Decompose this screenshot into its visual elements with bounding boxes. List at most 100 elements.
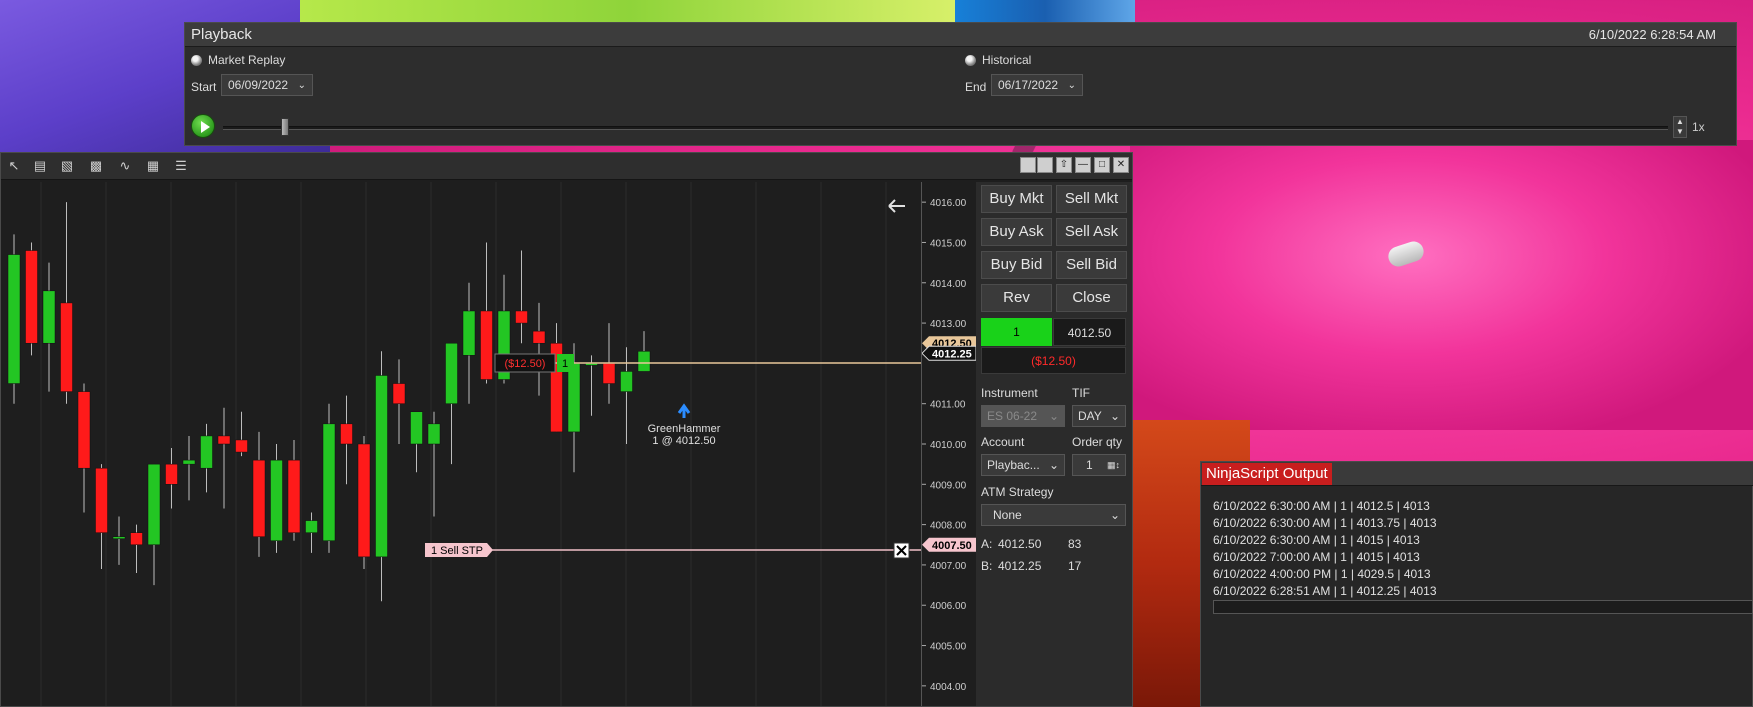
buy-bid-button[interactable]: Buy Bid (981, 251, 1052, 279)
speed-spinner[interactable]: ▲ ▼ (1673, 116, 1687, 138)
log-line: 6/10/2022 6:30:00 AM | 1 | 4013.75 | 401… (1213, 516, 1437, 530)
buy-ask-button[interactable]: Buy Ask (981, 218, 1052, 246)
price-axis[interactable]: 4016.00 4015.00 4014.00 4013.00 4012.50 4012.… (921, 182, 977, 706)
account-value: Playbac... (987, 458, 1040, 472)
order-qty-label: Order qty (1072, 435, 1123, 449)
calculator-icon[interactable]: ▦↕ (1107, 460, 1120, 471)
position-pnl: ($12.50) (505, 358, 546, 370)
candle-body (515, 310, 528, 324)
strategies-icon[interactable]: ▦ (145, 158, 161, 174)
tif-label: TIF (1072, 386, 1090, 400)
axis-tick-label: 4014.00 (930, 279, 967, 290)
account-select[interactable]: Playbac... ⌄ (981, 454, 1065, 476)
tile-right-icon[interactable] (1037, 157, 1053, 173)
chevron-down-icon: ⌄ (1048, 409, 1059, 423)
log-line: 6/10/2022 6:30:00 AM | 1 | 4015 | 4013 (1213, 533, 1420, 547)
candle-body (42, 290, 56, 344)
chart-style-icon[interactable]: ▧ (59, 158, 75, 174)
axis-tick-label: 4015.00 (930, 238, 967, 249)
atm-strategy-select[interactable]: None ⌄ (981, 504, 1126, 526)
maximize-icon[interactable]: □ (1094, 157, 1110, 173)
order-qty-stepper[interactable]: 1 ▦↕ (1072, 454, 1126, 476)
instrument-select[interactable]: ES 06-22 ⌄ (981, 405, 1065, 427)
tif-value: DAY (1078, 409, 1102, 423)
candle-body (25, 250, 38, 344)
candle-body (147, 463, 161, 546)
signal-fill: 1 @ 4012.50 (652, 435, 715, 447)
position-price-display: 4012.50 (1053, 318, 1126, 346)
candle-body (532, 330, 546, 344)
candle-body (77, 391, 91, 469)
chart-trader-panel: Buy Mkt Sell Mkt Buy Ask Sell Ask Buy Bi… (976, 182, 1132, 706)
playback-slider-track[interactable] (223, 126, 1668, 130)
signal-name: GreenHammer (648, 423, 721, 435)
start-date-picker[interactable]: 06/09/2022 ⌄ (221, 74, 313, 96)
ask-label: A: (981, 537, 993, 551)
candle-body (410, 411, 423, 445)
axis-tick-label: 4007.00 (930, 561, 967, 572)
pin-icon[interactable]: ⇧ (1056, 157, 1072, 173)
candle-body (112, 536, 126, 539)
candle-body (445, 342, 458, 404)
sell-stop-label: 1 Sell STP (431, 545, 483, 557)
ninjascript-input-field[interactable] (1213, 600, 1753, 614)
atm-strategy-value: None (993, 508, 1022, 522)
candle-body (200, 435, 213, 469)
chart-toolbar: ↖ ▤ ▧ ▩ ∿ ▦ ☰ ⇧ — □ ✕ (1, 153, 1132, 180)
reverse-button[interactable]: Rev (981, 284, 1052, 312)
playback-slider-thumb[interactable] (280, 118, 289, 136)
playback-titlebar[interactable]: Playback 6/10/2022 6:28:54 AM (185, 23, 1736, 47)
price-marker-label: 4007.50 (932, 540, 972, 552)
end-date-picker[interactable]: 06/17/2022 ⌄ (991, 74, 1083, 96)
minimize-icon[interactable]: — (1075, 157, 1091, 173)
candlestick-chart: ($12.50) 1 1 Sell STP GreenHammer 1 @ 40… (7, 182, 969, 706)
sell-bid-button[interactable]: Sell Bid (1056, 251, 1127, 279)
historical-radio[interactable]: Historical (965, 53, 1031, 67)
sell-ask-button[interactable]: Sell Ask (1056, 218, 1127, 246)
position-qty: 1 (562, 358, 568, 370)
radio-icon (191, 55, 202, 67)
instrument-value: ES 06-22 (987, 409, 1038, 423)
indicators-icon[interactable]: ▩ (88, 158, 104, 174)
close-icon[interactable]: ✕ (1113, 157, 1129, 173)
chart-window: ↖ ▤ ▧ ▩ ∿ ▦ ☰ ⇧ — □ ✕ ($12.50) 1 1 Sell … (0, 152, 1133, 707)
chevron-down-icon: ⌄ (1109, 409, 1120, 423)
wallpaper-green-umbrella (300, 0, 960, 24)
data-series-icon[interactable]: ▤ (32, 158, 48, 174)
market-replay-radio[interactable]: Market Replay (191, 53, 285, 67)
pointer-icon[interactable]: ↖ (6, 158, 22, 174)
axis-tick-label: 4010.00 (930, 440, 967, 451)
candle-body (567, 363, 581, 433)
back-arrow-icon[interactable] (888, 199, 905, 213)
log-line: 6/10/2022 7:00:00 AM | 1 | 4015 | 4013 (1213, 550, 1420, 564)
chevron-down-icon: ⌄ (1109, 508, 1120, 522)
log-line: 6/10/2022 4:00:00 PM | 1 | 4029.5 | 4013 (1213, 567, 1431, 581)
buy-market-button[interactable]: Buy Mkt (981, 185, 1052, 213)
candle-body (637, 351, 651, 372)
axis-tick-label: 4004.00 (930, 682, 967, 693)
candle-body (7, 254, 21, 384)
tile-left-icon[interactable] (1020, 157, 1036, 173)
play-button[interactable] (191, 114, 215, 138)
candle-body (95, 467, 108, 533)
candle-body (357, 443, 371, 558)
candle-body (480, 310, 493, 380)
buy-arrow-icon (677, 403, 691, 418)
tif-select[interactable]: DAY ⌄ (1072, 405, 1126, 427)
properties-icon[interactable]: ☰ (173, 158, 189, 174)
candle-body (340, 423, 353, 445)
historical-label: Historical (982, 53, 1032, 67)
chart-plot-area[interactable]: ($12.50) 1 1 Sell STP GreenHammer 1 @ 40… (1, 182, 969, 706)
playback-title: Playback (191, 26, 252, 43)
end-label: End (965, 80, 987, 94)
close-position-button[interactable]: Close (1056, 284, 1127, 312)
radio-icon (965, 55, 976, 67)
candle-body (287, 459, 301, 533)
candle-body (427, 423, 441, 445)
ninjascript-title: NinjaScript Output (1202, 463, 1332, 485)
candle-body (322, 423, 336, 541)
drawing-tools-icon[interactable]: ∿ (117, 158, 133, 174)
bid-price: 4012.25 (998, 559, 1042, 573)
sell-market-button[interactable]: Sell Mkt (1056, 185, 1127, 213)
candle-body (392, 383, 406, 404)
